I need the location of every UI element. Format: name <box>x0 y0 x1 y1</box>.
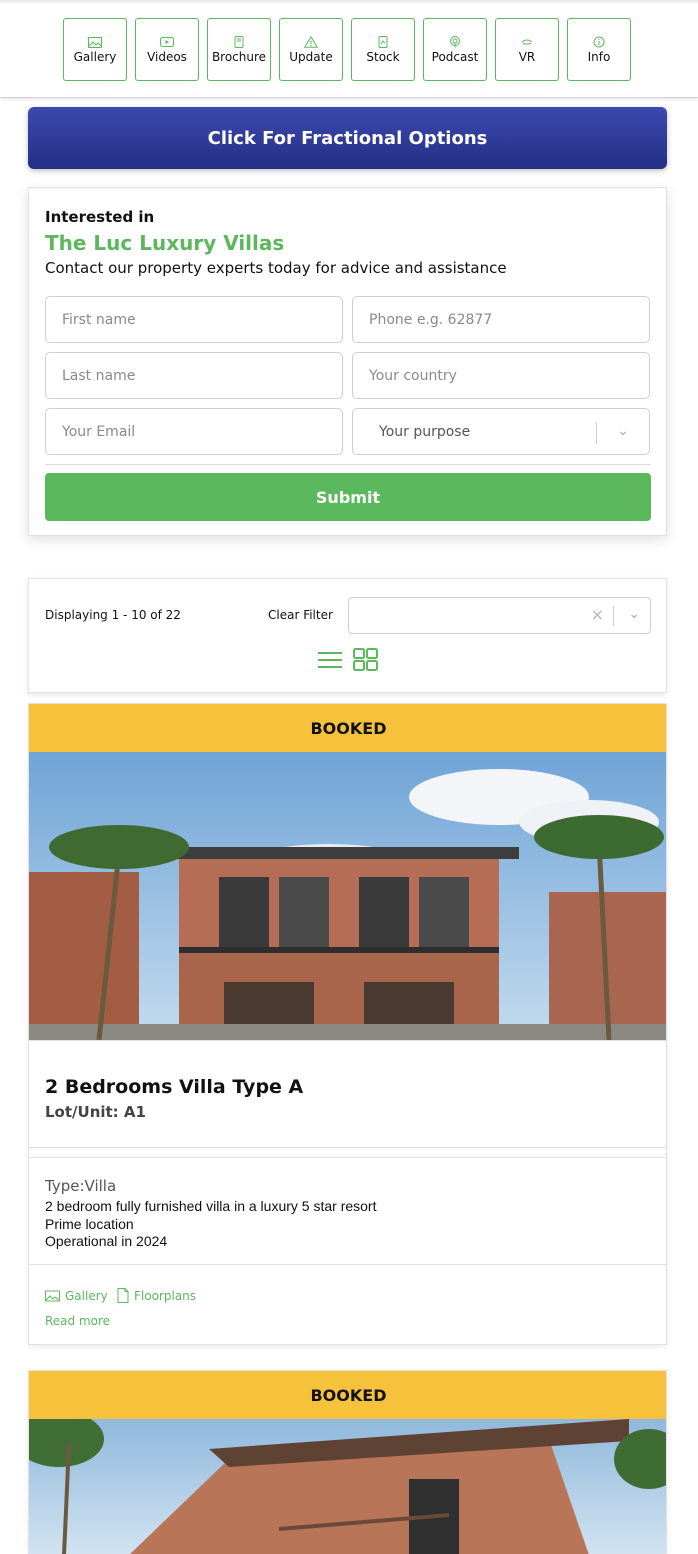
chevron-down-icon[interactable]: ⌄ <box>628 606 640 622</box>
listing-description-line: Operational in 2024 <box>45 1233 168 1249</box>
nav-vr-button[interactable]: VR <box>495 18 559 81</box>
nav-videos-button[interactable]: Videos <box>135 18 199 81</box>
nav-info-label: Info <box>587 50 611 64</box>
listing-gallery-link[interactable]: Gallery <box>45 1289 108 1303</box>
floorplans-link-label: Floorplans <box>134 1288 197 1303</box>
country-field[interactable]: Your country <box>352 352 650 399</box>
contact-form-card: Interested in The Luc Luxury Villas Cont… <box>28 187 667 536</box>
email-placeholder: Your Email <box>62 423 136 440</box>
nav-gallery-button[interactable]: Gallery <box>63 18 127 81</box>
email-field[interactable]: Your Email <box>45 408 343 455</box>
video-icon <box>160 37 174 47</box>
status-label: BOOKED <box>310 718 387 738</box>
document-icon <box>117 1288 129 1303</box>
villa-image <box>29 752 666 1040</box>
submit-button[interactable]: Submit <box>45 473 651 521</box>
filter-separator <box>613 606 614 626</box>
nav-podcast-button[interactable]: Podcast <box>423 18 487 81</box>
purpose-select[interactable]: Your purpose ⌄ <box>352 408 650 455</box>
vr-icon <box>521 39 533 45</box>
nav-info-button[interactable]: Info <box>567 18 631 81</box>
nav-brochure-label: Brochure <box>211 50 267 64</box>
last-name-field[interactable]: Last name <box>45 352 343 399</box>
result-count: Displaying 1 - 10 of 22 <box>45 608 181 622</box>
gallery-icon <box>45 1290 60 1302</box>
photo-divider <box>29 1040 666 1041</box>
country-placeholder: Your country <box>369 367 457 384</box>
top-nav: Gallery Videos Brochure Update Stock Pod… <box>0 0 698 98</box>
nav-update-label: Update <box>289 50 333 64</box>
status-badge: BOOKED <box>29 704 666 752</box>
gallery-icon <box>88 37 102 48</box>
listing-card[interactable]: BOOKED <box>28 703 667 1345</box>
info-icon <box>593 36 605 48</box>
villa-photo[interactable] <box>29 752 666 1040</box>
top-shade <box>0 0 698 4</box>
submit-label: Submit <box>315 487 381 507</box>
list-view-icon[interactable] <box>316 647 344 673</box>
gallery-link-label: Gallery <box>65 1289 108 1303</box>
villa-image <box>29 1419 666 1554</box>
phone-placeholder: Phone e.g. 62877 <box>369 311 493 328</box>
fractional-options-label: Click For Fractional Options <box>207 127 488 149</box>
nav-vr-label: VR <box>518 50 536 64</box>
listing-lot: Lot/Unit: A1 <box>45 1103 146 1121</box>
clear-icon[interactable]: × <box>591 605 604 624</box>
nav-gallery-label: Gallery <box>73 50 117 64</box>
first-name-placeholder: First name <box>62 311 136 328</box>
read-more-label: Read more <box>45 1314 111 1328</box>
grid-view-icon[interactable] <box>352 647 380 673</box>
purpose-separator <box>596 422 597 444</box>
links-divider <box>29 1264 666 1265</box>
read-more-link[interactable]: Read more <box>45 1314 110 1328</box>
filter-card: Displaying 1 - 10 of 22 Clear Filter × ⌄ <box>28 578 667 693</box>
listing-card[interactable]: BOOKED <box>28 1370 667 1554</box>
fractional-options-button[interactable]: Click For Fractional Options <box>28 107 667 169</box>
nav-stock-button[interactable]: Stock <box>351 18 415 81</box>
chevron-down-icon[interactable]: ⌄ <box>617 423 629 439</box>
phone-field[interactable]: Phone e.g. 62877 <box>352 296 650 343</box>
interested-label: Interested in <box>45 208 155 226</box>
listing-type: Type:Villa <box>45 1177 117 1195</box>
nav-stock-label: Stock <box>366 50 400 64</box>
listing-title[interactable]: 2 Bedrooms Villa Type A <box>45 1076 303 1098</box>
title-divider <box>29 1147 666 1148</box>
contact-subtitle: Contact our property experts today for a… <box>45 259 507 277</box>
stock-icon <box>378 36 388 48</box>
clear-filter-link[interactable]: Clear Filter <box>268 608 333 622</box>
nav-videos-label: Videos <box>147 50 187 64</box>
listing-description-line: Prime location <box>45 1216 134 1232</box>
form-divider <box>45 464 651 465</box>
update-icon <box>304 36 318 48</box>
desc-divider <box>29 1157 666 1158</box>
villa-photo[interactable] <box>29 1419 666 1554</box>
last-name-placeholder: Last name <box>62 367 136 384</box>
listing-floorplans-link[interactable]: Floorplans <box>117 1288 196 1303</box>
brochure-icon <box>234 36 244 48</box>
filter-select[interactable]: × ⌄ <box>348 597 651 634</box>
first-name-field[interactable]: First name <box>45 296 343 343</box>
nav-podcast-label: Podcast <box>431 50 479 64</box>
nav-brochure-button[interactable]: Brochure <box>207 18 271 81</box>
purpose-placeholder: Your purpose <box>379 423 471 440</box>
podcast-icon <box>450 36 460 48</box>
listing-description-line: 2 bedroom fully furnished villa in a lux… <box>45 1198 377 1214</box>
property-name: The Luc Luxury Villas <box>45 231 285 255</box>
status-label: BOOKED <box>310 1385 387 1405</box>
status-badge: BOOKED <box>29 1371 666 1419</box>
nav-update-button[interactable]: Update <box>279 18 343 81</box>
